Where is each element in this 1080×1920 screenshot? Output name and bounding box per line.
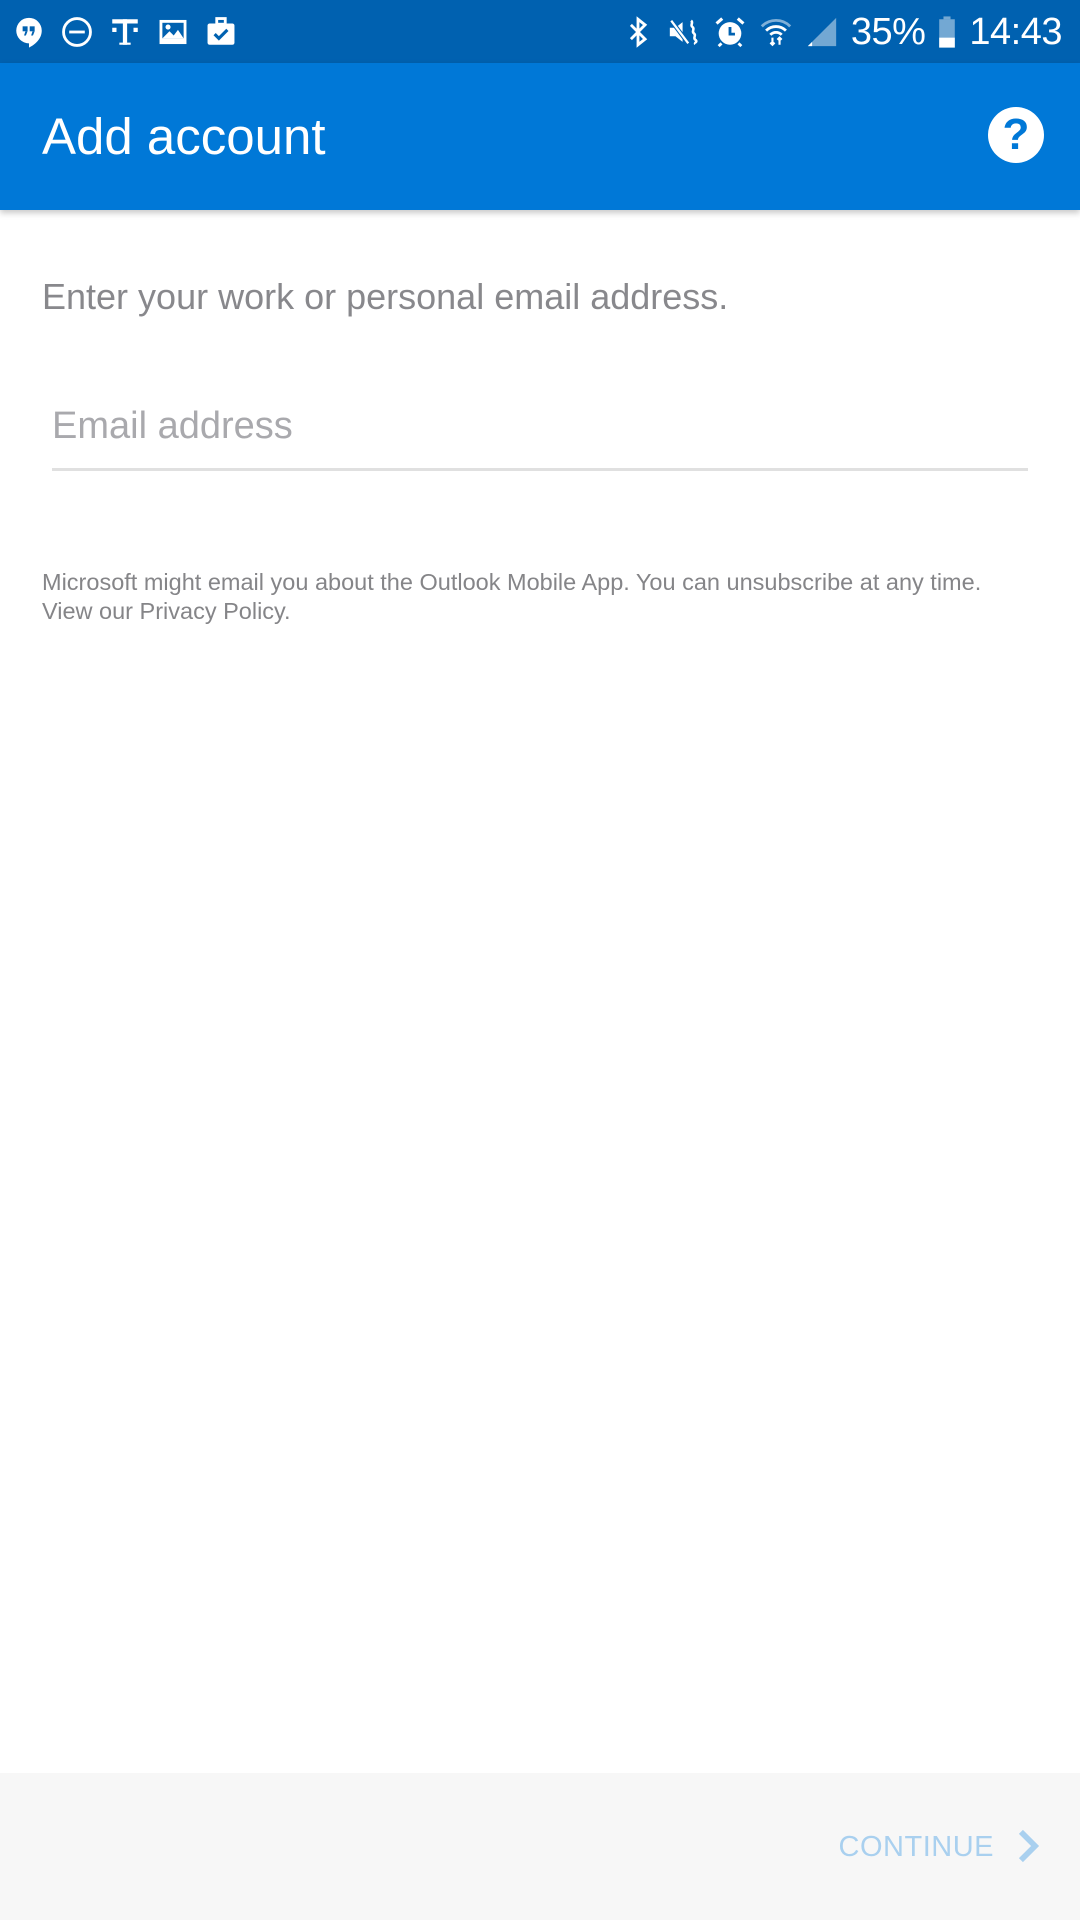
privacy-disclaimer[interactable]: Microsoft might email you about the Outl… [42, 568, 1002, 626]
gallery-icon [156, 15, 190, 49]
t-mobile-icon [108, 15, 142, 49]
hangouts-icon [12, 15, 46, 49]
system-icons: 35% 14:43 [621, 8, 1062, 56]
bottom-bar: CONTINUE [0, 1773, 1080, 1920]
bluetooth-icon [621, 15, 655, 49]
do-not-disturb-icon [60, 15, 94, 49]
continue-button[interactable]: CONTINUE [839, 1817, 1040, 1877]
chevron-right-icon [1016, 1829, 1040, 1866]
notification-icons [12, 10, 238, 54]
prompt-text: Enter your work or personal email addres… [42, 276, 729, 317]
help-icon: ? [1002, 110, 1030, 159]
email-address-input[interactable] [52, 385, 1028, 471]
help-button[interactable]: ? [988, 107, 1044, 163]
clock: 14:43 [969, 10, 1062, 53]
alarm-icon [713, 15, 747, 49]
work-profile-icon [204, 15, 238, 49]
vibrate-mute-icon [667, 15, 701, 49]
status-bar: 35% 14:43 [0, 0, 1080, 63]
signal-icon [805, 15, 839, 49]
wifi-icon [759, 15, 793, 49]
app-bar: Add account ? [0, 63, 1080, 210]
page-title: Add account [42, 108, 326, 165]
continue-label: CONTINUE [838, 1830, 994, 1863]
battery-icon [937, 15, 957, 49]
battery-percent: 35% [850, 10, 926, 53]
